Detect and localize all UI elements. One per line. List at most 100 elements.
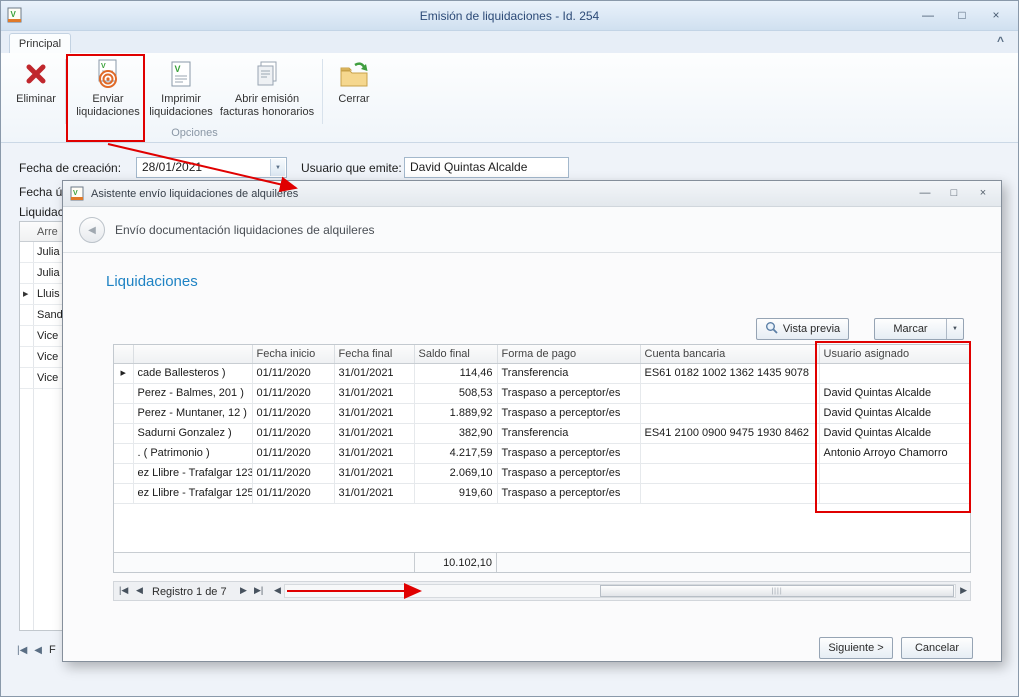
ribbon-collapse-button[interactable]: ^ — [997, 34, 1004, 48]
col-forma-pago[interactable]: Forma de pago — [497, 345, 640, 363]
usuario-emite-input[interactable]: David Quintas Alcalde — [404, 157, 569, 178]
cell-pago[interactable]: Traspaso a perceptor/es — [497, 443, 640, 463]
minimize-button[interactable]: — — [916, 6, 940, 23]
abrir-emision-button[interactable]: Abrir emisión facturas honorarios — [217, 57, 317, 118]
cell-cuenta[interactable] — [640, 383, 819, 403]
cell-usuario[interactable] — [819, 363, 970, 383]
bg-nav-first-button[interactable]: |◀ — [17, 645, 27, 656]
restore-button[interactable]: □ — [950, 6, 974, 23]
tab-principal[interactable]: Principal — [9, 33, 71, 53]
bg-row-label: Sand — [37, 309, 63, 321]
cell-pago[interactable]: Traspaso a perceptor/es — [497, 383, 640, 403]
cell-usuario[interactable]: David Quintas Alcalde — [819, 403, 970, 423]
cell-fecha-final[interactable]: 31/01/2021 — [334, 383, 414, 403]
close-folder-icon — [339, 57, 369, 91]
cell-cuenta[interactable] — [640, 443, 819, 463]
col-usuario-asignado[interactable]: Usuario asignado — [819, 345, 970, 363]
cell-cuenta[interactable]: ES61 0182 1002 1362 1435 9078 — [640, 363, 819, 383]
restore-icon: □ — [951, 187, 958, 199]
enviar-liquidaciones-button[interactable]: V Enviar liquidaciones — [71, 57, 145, 118]
cell-fecha-final[interactable]: 31/01/2021 — [334, 443, 414, 463]
nav-prev-button[interactable]: ◀ — [136, 585, 143, 596]
cell-usuario[interactable] — [819, 463, 970, 483]
cell-saldo[interactable]: 114,46 — [414, 363, 497, 383]
col-saldo-final[interactable]: Saldo final — [414, 345, 497, 363]
eliminar-button[interactable]: Eliminar — [9, 57, 63, 106]
back-button[interactable]: ◀ — [79, 217, 105, 243]
cell-fecha-final[interactable]: 31/01/2021 — [334, 423, 414, 443]
cell-name[interactable]: Sadurni Gonzalez ) — [133, 423, 252, 443]
cell-pago[interactable]: Traspaso a perceptor/es — [497, 483, 640, 503]
table-row[interactable]: Sadurni Gonzalez ) 01/11/2020 31/01/2021… — [114, 423, 970, 443]
table-row[interactable]: . ( Patrimonio ) 01/11/2020 31/01/2021 4… — [114, 443, 970, 463]
col-cuenta-bancaria[interactable]: Cuenta bancaria — [640, 345, 819, 363]
cell-saldo[interactable]: 4.217,59 — [414, 443, 497, 463]
dialog-icon: V — [70, 186, 85, 207]
nav-last-button[interactable]: ▶| — [254, 585, 263, 596]
cell-usuario[interactable] — [819, 483, 970, 503]
cell-saldo[interactable]: 508,53 — [414, 383, 497, 403]
cancelar-button[interactable]: Cancelar — [901, 637, 973, 659]
vista-previa-button[interactable]: Vista previa — [756, 318, 849, 340]
cell-pago[interactable]: Transferencia — [497, 363, 640, 383]
cell-pago[interactable]: Traspaso a perceptor/es — [497, 403, 640, 423]
cell-cuenta[interactable] — [640, 483, 819, 503]
cell-cuenta[interactable] — [640, 403, 819, 423]
cell-name[interactable]: ez Llibre - Trafalgar 125 ) — [133, 483, 252, 503]
cell-name[interactable]: cade Ballesteros ) — [133, 363, 252, 383]
cell-cuenta[interactable] — [640, 463, 819, 483]
cell-name[interactable]: . ( Patrimonio ) — [133, 443, 252, 463]
cell-fecha-inicio[interactable]: 01/11/2020 — [252, 483, 334, 503]
dialog-restore-button[interactable]: □ — [944, 185, 964, 201]
cell-usuario[interactable]: Antonio Arroyo Chamorro — [819, 443, 970, 463]
dialog-close-button[interactable]: × — [973, 185, 993, 201]
cell-fecha-final[interactable]: 31/01/2021 — [334, 403, 414, 423]
col-fecha-inicio[interactable]: Fecha inicio — [252, 345, 334, 363]
table-row[interactable]: Perez - Muntaner, 12 ) 01/11/2020 31/01/… — [114, 403, 970, 423]
hscroll-thumb[interactable]: |||| — [600, 585, 954, 597]
table-row[interactable]: ez Llibre - Trafalgar 125 ) 01/11/2020 3… — [114, 483, 970, 503]
marcar-dropdown-button[interactable]: ▼ — [946, 319, 963, 339]
cell-usuario[interactable]: David Quintas Alcalde — [819, 383, 970, 403]
hscroll-right-button[interactable]: ▶ — [960, 585, 967, 596]
table-row[interactable]: ▶ cade Ballesteros ) 01/11/2020 31/01/20… — [114, 363, 970, 383]
siguiente-button[interactable]: Siguiente > — [819, 637, 893, 659]
cell-pago[interactable]: Traspaso a perceptor/es — [497, 463, 640, 483]
close-button[interactable]: × — [984, 6, 1008, 23]
table-row[interactable]: ez Llibre - Trafalgar 123 ) 01/11/2020 3… — [114, 463, 970, 483]
nav-next-button[interactable]: ▶ — [240, 585, 247, 596]
cerrar-button[interactable]: Cerrar — [328, 57, 380, 106]
marcar-button[interactable]: Marcar ▼ — [874, 318, 964, 340]
bg-nav-prev-button[interactable]: ◀ — [34, 645, 42, 656]
hscroll-left-button[interactable]: ◀ — [274, 585, 281, 596]
cell-name[interactable]: Perez - Muntaner, 12 ) — [133, 403, 252, 423]
cell-name[interactable]: ez Llibre - Trafalgar 123 ) — [133, 463, 252, 483]
hscroll-track[interactable]: |||| — [284, 584, 956, 598]
col-fecha-final[interactable]: Fecha final — [334, 345, 414, 363]
bg-row-label: Vice — [37, 372, 58, 384]
cell-cuenta[interactable]: ES41 2100 0900 9475 1930 8462 — [640, 423, 819, 443]
cell-saldo[interactable]: 919,60 — [414, 483, 497, 503]
cell-fecha-inicio[interactable]: 01/11/2020 — [252, 443, 334, 463]
col-arrendatario[interactable] — [133, 345, 252, 363]
cell-fecha-inicio[interactable]: 01/11/2020 — [252, 463, 334, 483]
nav-first-button[interactable]: |◀ — [119, 585, 128, 596]
table-row[interactable]: Perez - Balmes, 201 ) 01/11/2020 31/01/2… — [114, 383, 970, 403]
cell-fecha-final[interactable]: 31/01/2021 — [334, 483, 414, 503]
cell-usuario[interactable]: David Quintas Alcalde — [819, 423, 970, 443]
cell-fecha-inicio[interactable]: 01/11/2020 — [252, 403, 334, 423]
imprimir-liquidaciones-button[interactable]: V Imprimir liquidaciones — [149, 57, 213, 118]
dialog-minimize-button[interactable]: — — [915, 185, 935, 201]
cell-name[interactable]: Perez - Balmes, 201 ) — [133, 383, 252, 403]
fecha-creacion-input[interactable]: 28/01/2021 ▼ — [136, 157, 287, 178]
cell-fecha-final[interactable]: 31/01/2021 — [334, 363, 414, 383]
cell-saldo[interactable]: 2.069,10 — [414, 463, 497, 483]
cell-saldo[interactable]: 1.889,92 — [414, 403, 497, 423]
cell-fecha-inicio[interactable]: 01/11/2020 — [252, 363, 334, 383]
cell-pago[interactable]: Transferencia — [497, 423, 640, 443]
cell-fecha-final[interactable]: 31/01/2021 — [334, 463, 414, 483]
cell-saldo[interactable]: 382,90 — [414, 423, 497, 443]
cell-fecha-inicio[interactable]: 01/11/2020 — [252, 383, 334, 403]
cell-fecha-inicio[interactable]: 01/11/2020 — [252, 423, 334, 443]
fecha-creacion-dropdown[interactable]: ▼ — [270, 159, 285, 176]
